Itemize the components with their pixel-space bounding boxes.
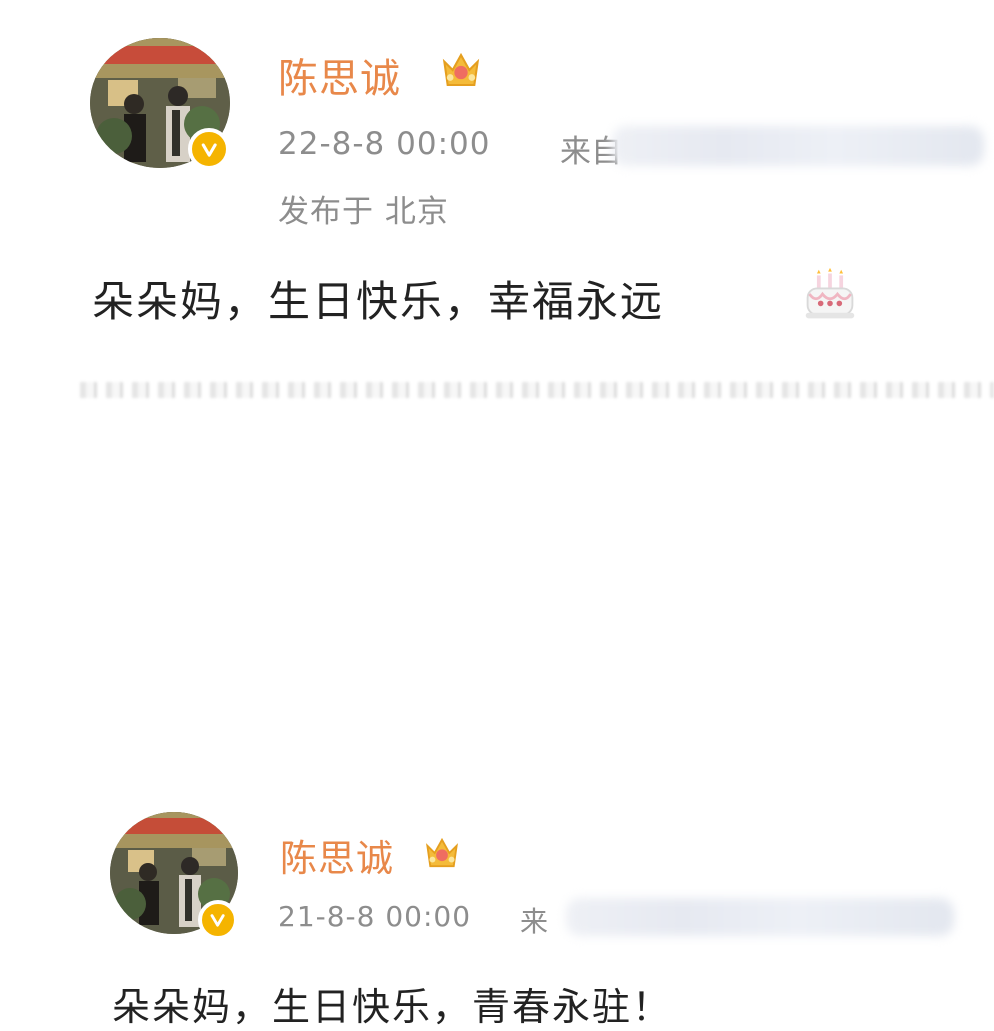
blurred-source [566, 898, 954, 936]
source-prefix: 来 [520, 905, 549, 938]
verified-badge-icon [198, 900, 238, 940]
verified-badge-icon [188, 128, 230, 170]
weibo-post: 陈思诚 21-8-8 00:00 来 朵朵妈，生日快乐，青春永驻！ [0, 400, 994, 1029]
post-time: 21-8-8 00:00 [278, 900, 472, 933]
username[interactable]: 陈思诚 [280, 828, 394, 882]
crown-icon [436, 46, 486, 94]
username[interactable]: 陈思诚 [278, 46, 401, 104]
post-location: 发布于 北京 [278, 194, 449, 230]
weibo-post: 陈思诚 22-8-8 00:00 来自 发布于 北京 朵朵妈，生日快乐，幸福永远 [0, 0, 994, 380]
post-divider [80, 382, 994, 398]
post-time: 22-8-8 00:00 [278, 126, 491, 162]
post-content: 朵朵妈，生日快乐，青春永驻！ [112, 985, 673, 1029]
crown-icon [420, 832, 464, 874]
birthday-cake-icon [802, 266, 858, 324]
blurred-source [612, 126, 984, 166]
post-content: 朵朵妈，生日快乐，幸福永远 [92, 277, 665, 326]
